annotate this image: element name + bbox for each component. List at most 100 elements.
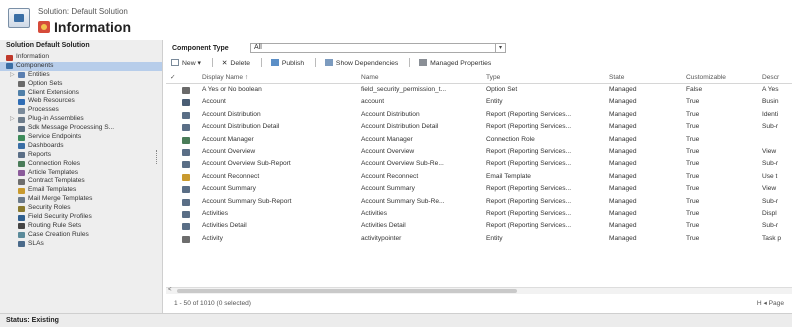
info-icon [6, 54, 13, 61]
table-row[interactable]: A Yes or No boolean field_security_permis… [166, 84, 792, 96]
type-cell: Entity [486, 98, 503, 106]
display-name-cell: Account Overview [202, 147, 256, 155]
sidebar-item[interactable]: ▷ Plug-in Assemblies [0, 115, 162, 124]
column-type[interactable]: Type [486, 72, 596, 84]
customizable-cell: True [686, 209, 700, 217]
name-cell: field_security_permission_t... [361, 86, 447, 93]
sidebar-item[interactable]: Reports [0, 151, 162, 160]
table-row[interactable]: Activities Detail Activities Detail Report… [166, 220, 792, 232]
publish-label: Publish [281, 60, 305, 67]
component-type-icon [182, 198, 190, 206]
column-state[interactable]: State [609, 72, 679, 84]
sdk-message-icon [18, 125, 25, 132]
type-cell: Connection Role [486, 135, 535, 143]
sidebar-item[interactable]: SLAs [0, 240, 162, 249]
sidebar-item[interactable]: Case Creation Rules [0, 231, 162, 240]
article-templates-icon [18, 170, 25, 177]
state-cell: Managed [609, 123, 637, 131]
sidebar-item[interactable]: Information [0, 53, 162, 62]
grid-body: A Yes or No boolean field_security_permis… [166, 84, 792, 245]
description-cell: Task p [762, 234, 782, 242]
sidebar-item-label: Connection Roles [28, 159, 81, 167]
customizable-cell: True [686, 172, 700, 180]
sidebar-item[interactable]: Security Roles [0, 204, 162, 213]
entities-icon [18, 72, 25, 79]
table-row[interactable]: Account account Entity Managed True Busin [166, 96, 792, 108]
email-templates-icon [18, 187, 25, 194]
record-count: 1 - 50 of 1010 (0 selected) [174, 300, 251, 307]
horizontal-scrollbar[interactable]: < [166, 287, 792, 294]
contract-templates-icon [18, 178, 25, 185]
sidebar-item[interactable]: Routing Rule Sets [0, 222, 162, 231]
description-cell: Sub-r [762, 160, 779, 168]
table-row[interactable]: Account Overview Sub-Report Account Overv… [166, 158, 792, 170]
scrollbar-thumb[interactable] [177, 289, 517, 293]
name-cell: Account Summary Sub-Re... [361, 197, 445, 205]
sidebar-item[interactable]: Components [0, 61, 162, 71]
sidebar-item[interactable]: Service Endpoints [0, 133, 162, 142]
table-row[interactable]: Account Summary Sub-Report Account Summar… [166, 196, 792, 208]
sidebar-item-label: Sdk Message Processing S... [28, 124, 115, 132]
toolbar-divider [409, 58, 411, 67]
table-row[interactable]: Account Distribution Account Distribution… [166, 109, 792, 121]
component-type-select[interactable]: All ▾ [250, 43, 506, 53]
table-row[interactable]: Account Overview Account Overview Report (… [166, 146, 792, 158]
select-all-checkbox[interactable]: ✓ [170, 72, 180, 84]
sidebar-item[interactable]: Sdk Message Processing S... [0, 124, 162, 133]
column-display-name[interactable]: Display Name ↑ [202, 72, 332, 84]
sidebar-item-label: Reports [28, 150, 52, 158]
table-row[interactable]: Account Manager Account Manager Connection… [166, 134, 792, 146]
sidebar-item[interactable]: Mail Merge Templates [0, 195, 162, 204]
information-icon [38, 21, 50, 33]
state-cell: Managed [609, 147, 637, 155]
sidebar-item-label: Security Roles [28, 204, 71, 212]
display-name-cell: Activity [202, 234, 223, 242]
dropdown-arrow-icon[interactable]: ▾ [196, 60, 200, 67]
mail-merge-templates-icon [18, 196, 25, 203]
name-cell: Activities [361, 209, 388, 217]
table-row[interactable]: Activity activitypointer Entity Managed True… [166, 233, 792, 245]
column-name[interactable]: Name [361, 72, 461, 84]
sidebar-item[interactable]: Article Templates [0, 169, 162, 178]
component-type-icon [182, 111, 190, 119]
component-type-icon [182, 223, 190, 231]
delete-button[interactable]: ✕ Delete [218, 58, 256, 70]
table-row[interactable]: Account Reconnect Account Reconnect Email … [166, 171, 792, 183]
pager[interactable]: H ◂ Page [757, 299, 784, 309]
sidebar-item[interactable]: Processes [0, 106, 162, 115]
expand-arrow-icon[interactable]: ▷ [10, 115, 15, 124]
scroll-left-icon[interactable]: < [168, 287, 172, 293]
column-description[interactable]: Descr [762, 72, 792, 84]
managed-properties-button[interactable]: Managed Properties [415, 58, 497, 70]
sidebar-item[interactable]: Web Resources [0, 97, 162, 106]
table-row[interactable]: Account Distribution Detail Account Distr… [166, 121, 792, 133]
name-cell: Activities Detail [361, 222, 406, 230]
case-creation-rules-icon [18, 232, 25, 239]
sidebar-item[interactable]: ▷ Entities [0, 71, 162, 80]
sidebar-item[interactable]: Option Sets [0, 80, 162, 89]
sidebar-item[interactable]: Email Templates [0, 186, 162, 195]
sidebar-item[interactable]: Client Extensions [0, 89, 162, 98]
chevron-down-icon[interactable]: ▾ [495, 44, 505, 52]
sidebar-item-label: Field Security Profiles [28, 213, 92, 221]
sidebar-item[interactable]: Dashboards [0, 142, 162, 151]
show-dependencies-button[interactable]: Show Dependencies [321, 58, 404, 70]
new-button[interactable]: New ▾ [167, 58, 207, 70]
field-security-profiles-icon [18, 214, 25, 221]
grid-footer: 1 - 50 of 1010 (0 selected) H ◂ Page [174, 299, 784, 309]
name-cell: Account Overview [361, 147, 415, 155]
sidebar-item[interactable]: Connection Roles [0, 160, 162, 169]
state-cell: Managed [609, 234, 637, 242]
table-row[interactable]: Account Summary Account Summary Report (Re… [166, 183, 792, 195]
splitter-handle[interactable] [156, 150, 158, 164]
sidebar-item[interactable]: Field Security Profiles [0, 213, 162, 222]
customizable-cell: True [686, 123, 700, 131]
expand-arrow-icon[interactable]: ▷ [10, 71, 15, 80]
column-customizable[interactable]: Customizable [686, 72, 761, 84]
display-name-cell: Activities Detail [202, 222, 247, 230]
component-type-value: All [254, 44, 262, 51]
table-row[interactable]: Activities Activities Report (Reporting Se… [166, 208, 792, 220]
component-type-icon [182, 186, 190, 194]
sidebar-item[interactable]: Contract Templates [0, 177, 162, 186]
publish-button[interactable]: Publish [267, 58, 310, 70]
